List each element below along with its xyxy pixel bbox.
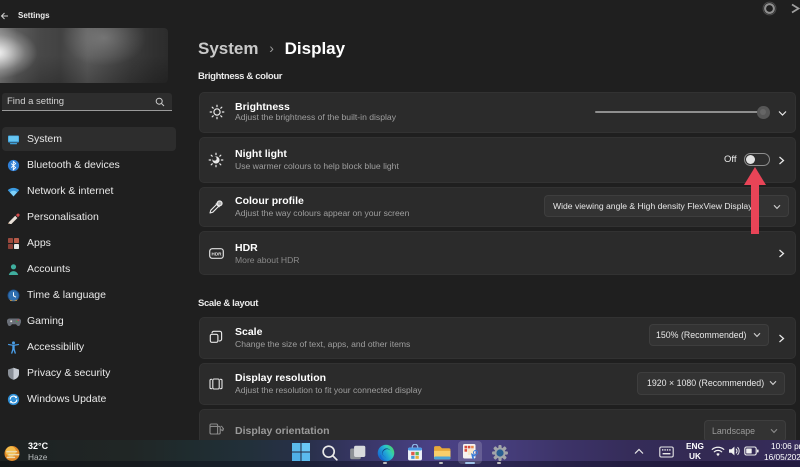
svg-text:HDR: HDR xyxy=(211,251,222,256)
